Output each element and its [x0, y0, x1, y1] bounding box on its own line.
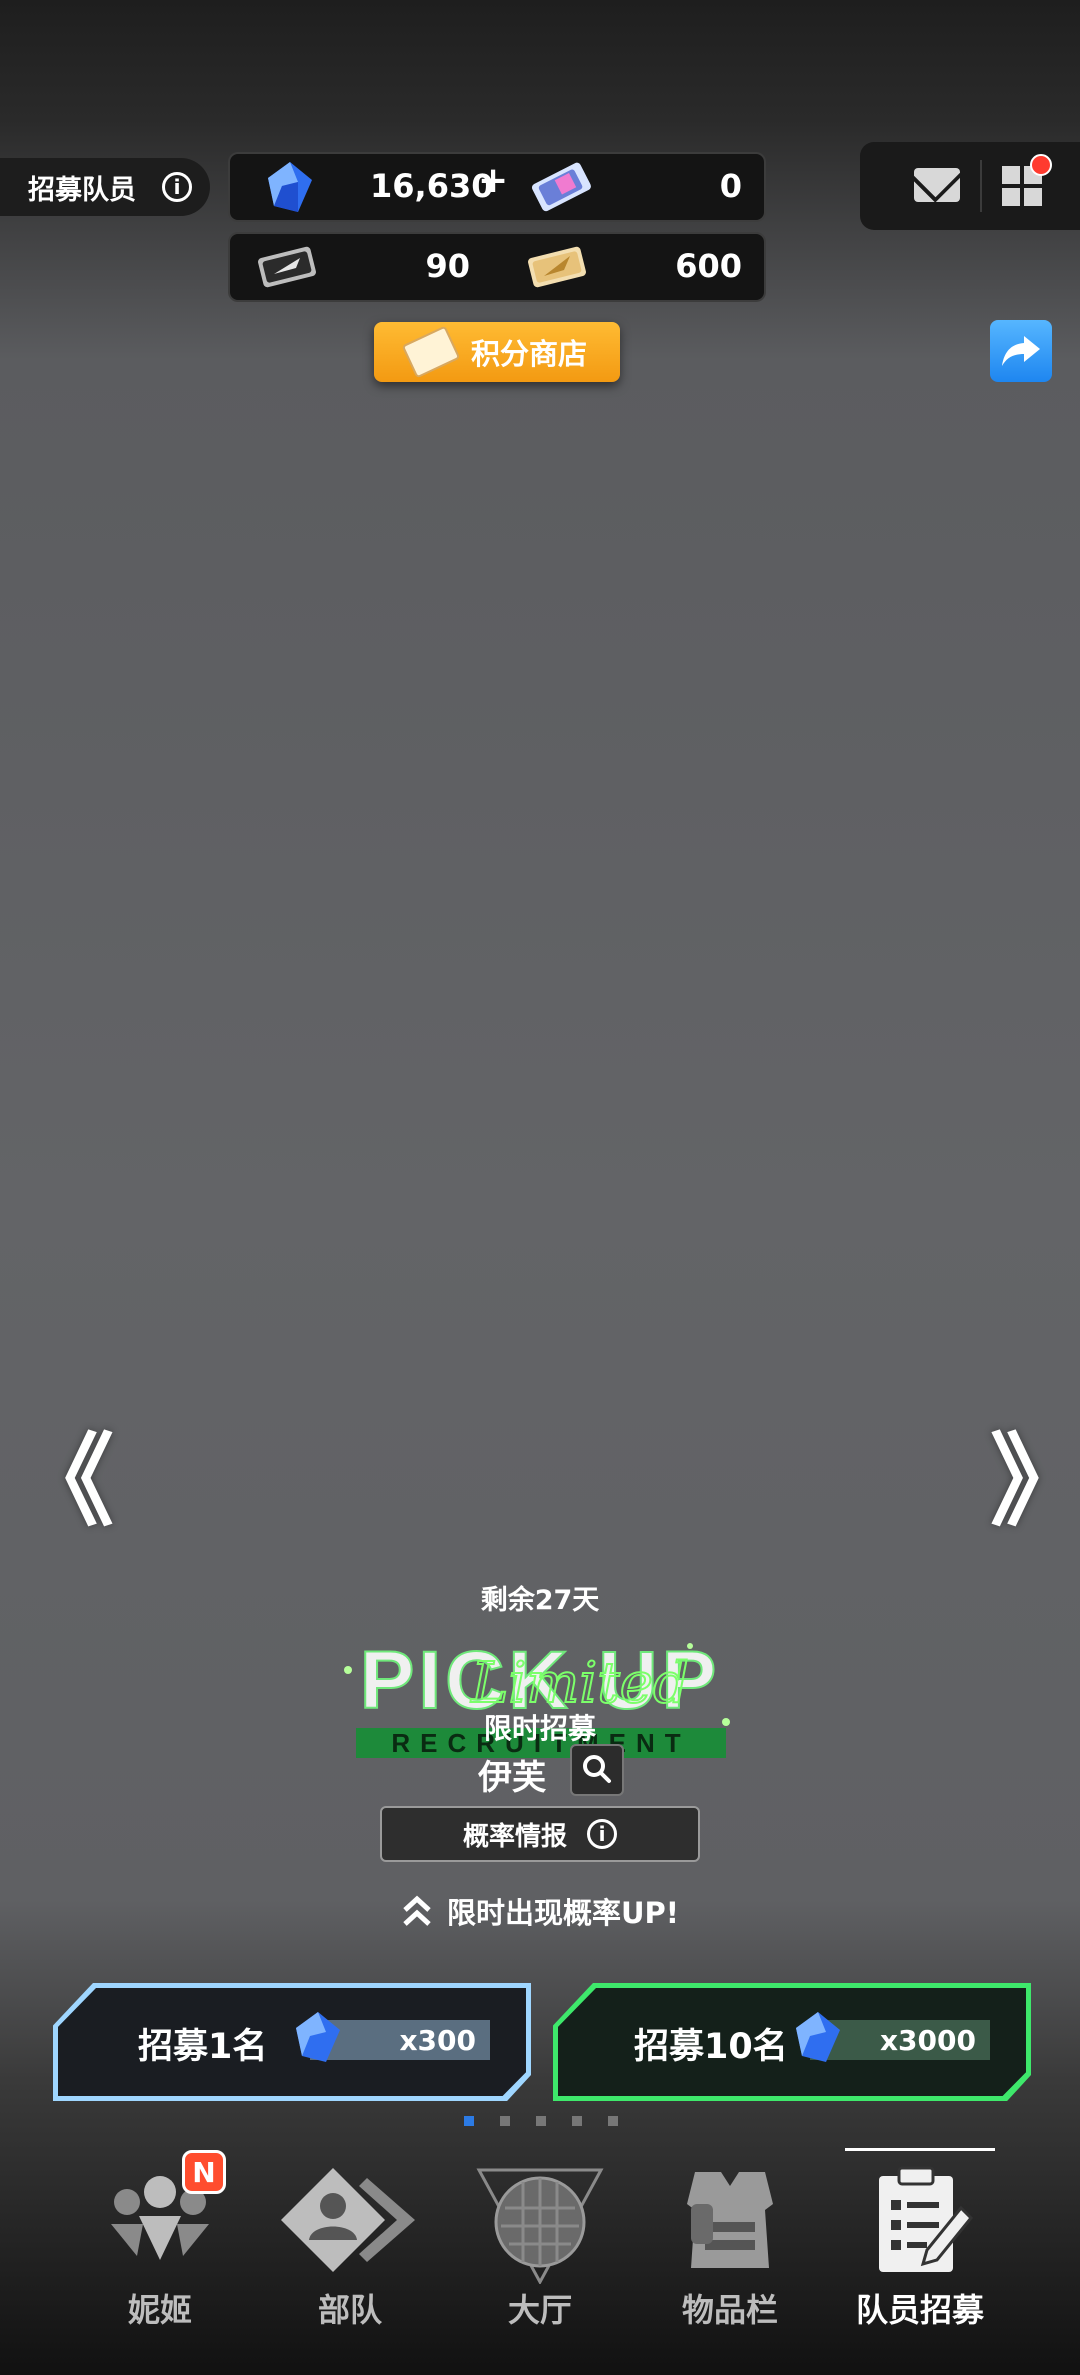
- info-icon: i: [587, 1819, 617, 1849]
- lobby-icon: [476, 2168, 604, 2284]
- page-title-tag: 招募队员 i: [0, 158, 210, 216]
- recruit-screen: 招募队员 i 16,630 + 0 90 600 积分商店 《 》 剩余27天 …: [0, 0, 1080, 2375]
- ticket-gold-icon: [528, 246, 586, 288]
- points-shop-label: 积分商店: [470, 337, 587, 371]
- gem-icon: [268, 162, 312, 212]
- shop-ticket-icon: [401, 325, 461, 379]
- currency-panel-top: 16,630 + 0: [228, 152, 766, 222]
- bottom-nav: 妮姬 部队 大厅 物品栏 队员招募: [0, 2150, 1080, 2375]
- nav-label-nikke: 妮姬: [127, 2291, 192, 2329]
- pager-dot[interactable]: [536, 2116, 546, 2126]
- new-badge: N: [182, 2150, 226, 2194]
- recruit-icon: [879, 2166, 974, 2272]
- nav-label-inventory: 物品栏: [681, 2291, 778, 2329]
- rate-up-text: 限时出现概率UP!: [446, 1896, 680, 1930]
- gem-count: 16,630: [370, 167, 494, 205]
- nav-item-lobby[interactable]: 大厅: [440, 2150, 640, 2350]
- recruit-1-cost-value: x300: [399, 2023, 476, 2057]
- special-ticket-count: 0: [719, 167, 742, 205]
- recruit-1-button[interactable]: 招募1名 x300: [53, 1983, 531, 2101]
- squad-icon: [281, 2168, 415, 2272]
- share-icon: [1002, 336, 1040, 366]
- prev-banner-arrow[interactable]: 《: [14, 1400, 114, 1545]
- add-gems-button[interactable]: +: [478, 160, 508, 201]
- rate-up-note: 限时出现概率UP!: [0, 1890, 1080, 1932]
- recruit-10-cost-value: x3000: [880, 2023, 976, 2057]
- page-title: 招募队员: [28, 174, 136, 206]
- character-name: 伊芙: [478, 1758, 546, 1798]
- nav-item-recruit[interactable]: 队员招募: [820, 2150, 1020, 2350]
- recruit-10-label: 招募10名: [634, 2027, 788, 2067]
- recruit-1-cost: x300: [296, 2012, 490, 2062]
- banner-pager: [464, 2116, 644, 2126]
- mail-icon[interactable]: [914, 168, 960, 202]
- character-search-button[interactable]: [570, 1744, 624, 1796]
- inventory-icon: [687, 2172, 773, 2268]
- ticket-normal-icon: [258, 246, 316, 288]
- limited-recruit-label: 限时招募: [483, 1712, 596, 1745]
- share-button[interactable]: [990, 320, 1052, 382]
- nav-label-squad: 部队: [317, 2291, 382, 2329]
- nav-label-lobby: 大厅: [507, 2291, 572, 2329]
- recruit-1-label: 招募1名: [138, 2027, 268, 2067]
- gem-icon: [796, 2012, 840, 2062]
- nav-item-inventory[interactable]: 物品栏: [630, 2150, 830, 2350]
- currency-panel-bottom: 90 600: [228, 232, 766, 302]
- pager-dot[interactable]: [608, 2116, 618, 2126]
- rate-info-label: 概率情报: [462, 1821, 567, 1852]
- search-icon: [583, 1755, 611, 1783]
- notification-dot: [1030, 154, 1052, 176]
- nav-item-squad[interactable]: 部队: [250, 2150, 450, 2350]
- ticket-normal-count: 90: [425, 247, 470, 285]
- pager-dot[interactable]: [500, 2116, 510, 2126]
- next-banner-arrow[interactable]: 》: [990, 1400, 1080, 1545]
- divider: [980, 160, 982, 212]
- rate-info-button[interactable]: 概率情报 i: [380, 1806, 700, 1862]
- gem-icon: [296, 2012, 340, 2062]
- ticket-gold-count: 600: [675, 247, 742, 285]
- info-icon[interactable]: i: [162, 172, 192, 202]
- recruit-10-button[interactable]: 招募10名 x3000: [553, 1983, 1031, 2101]
- nav-label-recruit: 队员招募: [855, 2291, 984, 2329]
- recruit-10-cost: x3000: [796, 2012, 990, 2062]
- nav-item-nikke[interactable]: 妮姬: [60, 2150, 260, 2350]
- special-ticket-icon: [531, 162, 591, 212]
- pager-dot[interactable]: [572, 2116, 582, 2126]
- pager-dot[interactable]: [464, 2116, 474, 2126]
- top-right-panel: [860, 142, 1080, 230]
- points-shop-button[interactable]: 积分商店: [374, 322, 620, 382]
- double-chevron-up-icon: [403, 1895, 431, 1926]
